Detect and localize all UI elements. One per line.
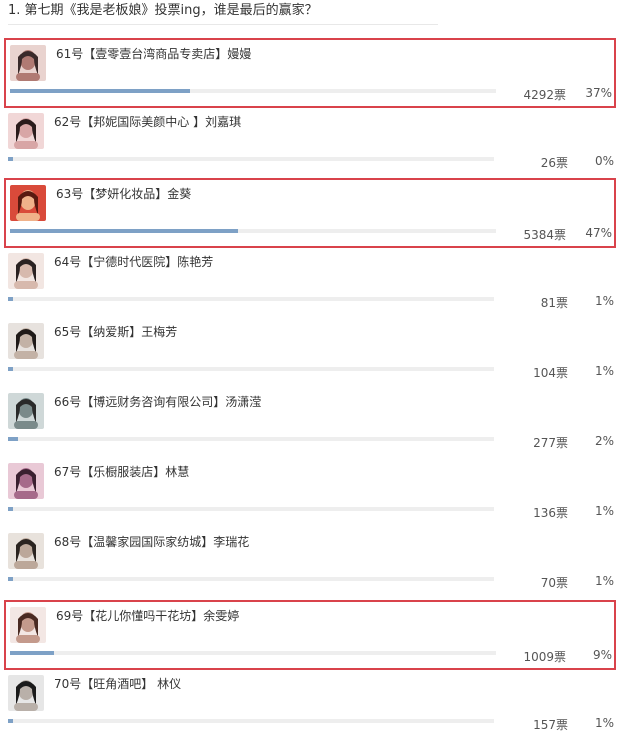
option-label: 67号【乐橱服装店】林慧 [54,465,190,479]
vote-count: 81票 [540,296,568,310]
poll-option[interactable]: 67号【乐橱服装店】林慧 136票 1% [4,458,616,528]
vote-count: 70票 [540,576,568,590]
avatar-photo-icon [10,45,46,81]
option-label: 62号【邦妮国际美颜中心 】刘嘉琪 [54,115,242,129]
poll-option[interactable]: 62号【邦妮国际美颜中心 】刘嘉琪 26票 0% [4,108,616,178]
vote-percent: 37% [585,86,612,100]
option-label: 66号【博远财务咨询有限公司】汤潇滢 [54,395,262,409]
poll-question-title: 1. 第七期《我是老板娘》投票ing，谁是最后的赢家？ [8,3,318,18]
vote-count: 26票 [540,156,568,170]
vote-progress-fill [10,229,239,233]
avatar-photo-icon [8,253,44,289]
vote-count: 157票 [533,718,568,732]
poll-option[interactable]: 66号【博远财务咨询有限公司】汤潇滢 277票 2% [4,388,616,458]
option-label: 61号【壹零壹台湾商品专卖店】嫚嫚 [56,47,252,61]
vote-percent: 1% [594,364,614,378]
avatar-photo-icon [8,113,44,149]
vote-count: 136票 [533,506,568,520]
poll-option[interactable]: 65号【纳爱斯】王梅芳 104票 1% [4,318,616,388]
vote-progress-fill [8,507,13,511]
vote-count: 4292票 [523,88,566,102]
vote-progress-fill [8,157,13,161]
vote-progress-fill [8,367,13,371]
poll-option[interactable]: 68号【温馨家园国际家纺城】李瑞花 70票 1% [4,528,616,598]
poll-option[interactable]: 61号【壹零壹台湾商品专卖店】嫚嫚 4292票 37% [4,38,616,108]
vote-progress-bar [10,229,496,233]
option-label: 65号【纳爱斯】王梅芳 [54,325,178,339]
option-label: 70号【旺角酒吧】 林仪 [54,677,182,691]
vote-progress-fill [10,89,190,93]
vote-progress-bar [8,577,494,581]
vote-count: 1009票 [523,650,566,664]
vote-progress-bar [10,89,496,93]
vote-progress-fill [8,297,13,301]
avatar-photo-icon [8,393,44,429]
vote-progress-bar [8,367,494,371]
vote-progress-bar [8,437,494,441]
vote-percent: 0% [594,154,614,168]
vote-count: 5384票 [523,228,566,242]
avatar-photo-icon [10,185,46,221]
vote-percent: 9% [592,648,612,662]
avatar-photo-icon [8,323,44,359]
vote-progress-bar [8,157,494,161]
vote-percent: 2% [594,434,614,448]
option-label: 63号【梦妍化妆品】金葵 [56,187,192,201]
option-label: 64号【宁德时代医院】陈艳芳 [54,255,214,269]
vote-count: 277票 [533,436,568,450]
vote-percent: 1% [594,504,614,518]
option-label: 69号【花儿你懂吗干花坊】余雯婷 [56,609,240,623]
vote-progress-bar [8,719,494,723]
avatar-photo-icon [8,675,44,711]
vote-progress-bar [10,651,496,655]
vote-percent: 1% [594,716,614,730]
avatar-photo-icon [10,607,46,643]
vote-percent: 1% [594,574,614,588]
vote-progress-fill [8,577,13,581]
poll-option[interactable]: 64号【宁德时代医院】陈艳芳 81票 1% [4,248,616,318]
avatar-photo-icon [8,533,44,569]
poll-option[interactable]: 69号【花儿你懂吗干花坊】余雯婷 1009票 9% [4,600,616,670]
title-divider [8,24,438,25]
vote-progress-fill [8,719,13,723]
option-label: 68号【温馨家园国际家纺城】李瑞花 [54,535,250,549]
vote-percent: 1% [594,294,614,308]
avatar-photo-icon [8,463,44,499]
vote-percent: 47% [585,226,612,240]
vote-progress-bar [8,297,494,301]
vote-progress-fill [10,651,54,655]
vote-progress-bar [8,507,494,511]
poll-option[interactable]: 70号【旺角酒吧】 林仪 157票 1% [4,670,616,740]
poll-option[interactable]: 63号【梦妍化妆品】金葵 5384票 47% [4,178,616,248]
vote-count: 104票 [533,366,568,380]
vote-progress-fill [8,437,18,441]
